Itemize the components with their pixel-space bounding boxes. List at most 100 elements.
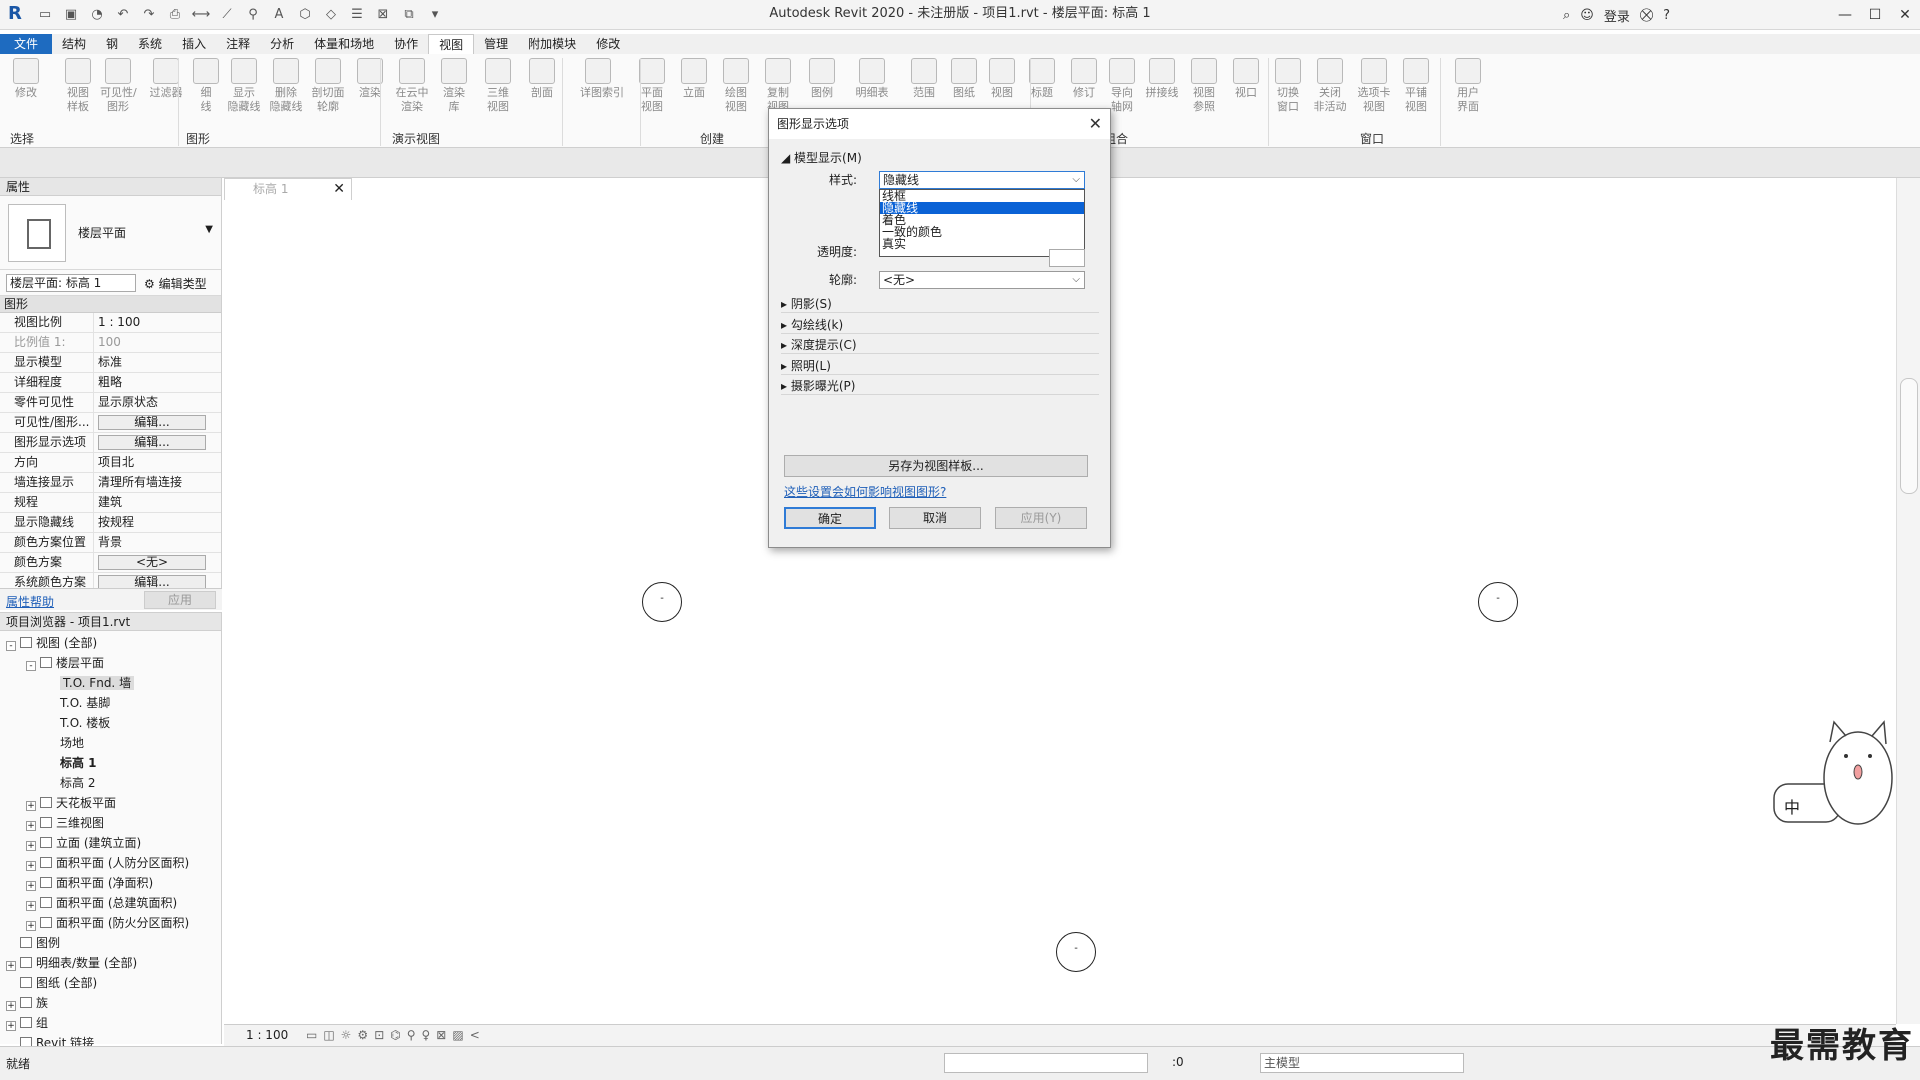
cancel-button[interactable]: 取消 [889,507,981,529]
property-row[interactable]: 零件可见性 显示原状态 [0,393,221,413]
properties-help-link[interactable]: 属性帮助 [6,593,54,610]
expand-icon[interactable]: + [6,961,16,971]
property-row[interactable]: 颜色方案 <无> [0,553,221,573]
expand-icon[interactable]: + [26,921,36,931]
measure-icon[interactable]: ⟷ [190,5,212,25]
property-value[interactable]: 标准 [94,353,202,372]
close-button[interactable]: ✕ [1890,0,1920,30]
edit-type-button[interactable]: ⚙ 编辑类型 [144,275,207,292]
browser-node[interactable]: + 立面 (建筑立面) [0,833,221,853]
property-row[interactable]: 显示模型 标准 [0,353,221,373]
login-link[interactable]: 登录 [1604,6,1630,25]
property-value[interactable]: 清理所有墙连接 [94,473,202,492]
browser-node[interactable]: 图纸 (全部) [0,973,221,993]
ribbon-button-1[interactable]: 视图 样板 [60,58,96,114]
ribbon-button-7[interactable]: 剖切面 轮廓 [310,58,346,114]
property-row[interactable]: 颜色方案位置 背景 [0,533,221,553]
property-value[interactable]: 显示原状态 [94,393,202,412]
ribbon-button-13[interactable]: 详图索引 [580,58,624,100]
ribbon-button-11[interactable]: 三维 视图 [480,58,516,114]
property-row[interactable]: 详细程度 粗略 [0,373,221,393]
section-icon[interactable]: ◇ [320,5,342,25]
elevation-marker-east[interactable]: - [1478,582,1518,622]
ribbon-button-21[interactable]: 图纸 [946,58,982,100]
collapse-icon[interactable]: - [6,641,16,651]
ok-button[interactable]: 确定 [784,507,876,529]
print-icon[interactable]: ⎙ [164,5,186,25]
browser-node[interactable]: + 面积平面 (人防分区面积) [0,853,221,873]
collapse-icon[interactable]: - [26,661,36,671]
browser-node[interactable]: 标高 2 [0,773,221,793]
thin-lines-icon[interactable]: ☰ [346,5,368,25]
ribbon-button-25[interactable]: 导向 轴网 [1104,58,1140,114]
ribbon-button-12[interactable]: 剖面 [524,58,560,100]
transparency-input[interactable] [1049,249,1085,267]
property-group-graphics[interactable]: 图形 [0,296,221,313]
property-value[interactable]: 项目北 [94,453,202,472]
ribbon-button-31[interactable]: 选项卡 视图 [1356,58,1392,114]
ribbon-button-0[interactable]: 修改 [8,58,44,100]
property-row[interactable]: 视图比例 1 : 100 [0,313,221,333]
property-edit-button[interactable]: 编辑... [98,415,206,430]
expand-icon[interactable]: + [26,861,36,871]
ribbon-button-28[interactable]: 视口 [1228,58,1264,100]
help-link[interactable]: 这些设置会如何影响视图图形? [784,483,946,500]
expand-icon[interactable]: + [26,821,36,831]
redo-icon[interactable]: ↷ [138,5,160,25]
section-header[interactable]: ▸ 摄影曝光(P) [781,377,855,395]
property-row[interactable]: 比例值 1: 100 [0,333,221,353]
save-icon[interactable]: ▣ [60,5,82,25]
section-header[interactable]: ▸ 阴影(S) [781,295,832,313]
sync-icon[interactable]: ◔ [86,5,108,25]
tab-4[interactable]: 插入 [172,34,216,54]
ribbon-button-4[interactable]: 细 线 [188,58,224,114]
browser-node[interactable]: T.O. Fnd. 墙 [0,673,221,693]
ribbon-button-27[interactable]: 视图 参照 [1186,58,1222,114]
binoculars-icon[interactable]: ⌕ [1563,8,1570,23]
chevron-down-icon[interactable]: ⌵ [1072,172,1080,188]
tab-3[interactable]: 系统 [128,34,172,54]
browser-node[interactable]: 图例 [0,933,221,953]
browser-node[interactable]: + 面积平面 (防火分区面积) [0,913,221,933]
navigation-bar[interactable] [1900,378,1918,494]
elevation-marker-south[interactable]: - [1056,932,1096,972]
browser-node[interactable]: + 三维视图 [0,813,221,833]
close-hidden-icon[interactable]: ⊠ [372,5,394,25]
undo-icon[interactable]: ↶ [112,5,134,25]
tab-12[interactable]: 修改 [586,34,630,54]
revit-logo[interactable]: R [8,4,26,24]
dimension-icon[interactable]: ⟋ [216,5,238,25]
ribbon-button-29[interactable]: 切换 窗口 [1270,58,1306,114]
ribbon-button-18[interactable]: 图例 [804,58,840,100]
instance-selector[interactable]: 楼层平面: 标高 1 [6,274,136,292]
ribbon-button-33[interactable]: 用户 界面 [1450,58,1486,114]
expand-icon[interactable]: + [26,841,36,851]
ribbon-button-17[interactable]: 复制 视图 [760,58,796,114]
expand-icon[interactable]: + [26,901,36,911]
section-header[interactable]: ▸ 照明(L) [781,357,831,375]
type-selector[interactable]: 楼层平面 ▼ [0,196,221,270]
group-select[interactable]: 选择 [10,130,34,147]
property-row[interactable]: 方向 项目北 [0,453,221,473]
property-value[interactable]: 粗略 [94,373,202,392]
outline-dropdown[interactable]: <无> ⌵ [879,271,1085,289]
browser-node[interactable]: 标高 1 [0,753,221,773]
3d-view-icon[interactable]: ⬡ [294,5,316,25]
ribbon-button-10[interactable]: 渲染 库 [436,58,472,114]
view-scale[interactable]: 1 : 100 [246,1025,288,1045]
elevation-marker-west[interactable]: - [642,582,682,622]
ribbon-button-2[interactable]: 可见性/ 图形 [100,58,137,114]
ribbon-button-8[interactable]: 渲染 [352,58,388,100]
property-value[interactable]: 1 : 100 [94,313,202,332]
expand-icon[interactable]: + [26,881,36,891]
ribbon-button-16[interactable]: 绘图 视图 [718,58,754,114]
property-row[interactable]: 墙连接显示 清理所有墙连接 [0,473,221,493]
save-as-view-template-button[interactable]: 另存为视图样板... [784,455,1088,477]
view-control-icons[interactable]: ▭◫☼⚙⊡⌬⚲♀⊠▨< [306,1025,486,1045]
property-row[interactable]: 可见性/图形... 编辑... [0,413,221,433]
ribbon-button-32[interactable]: 平铺 视图 [1398,58,1434,114]
chevron-down-icon[interactable]: ▼ [205,224,213,235]
ribbon-button-24[interactable]: 修订 [1066,58,1102,100]
ribbon-button-30[interactable]: 关闭 非活动 [1312,58,1348,114]
browser-node[interactable]: + 明细表/数量 (全部) [0,953,221,973]
